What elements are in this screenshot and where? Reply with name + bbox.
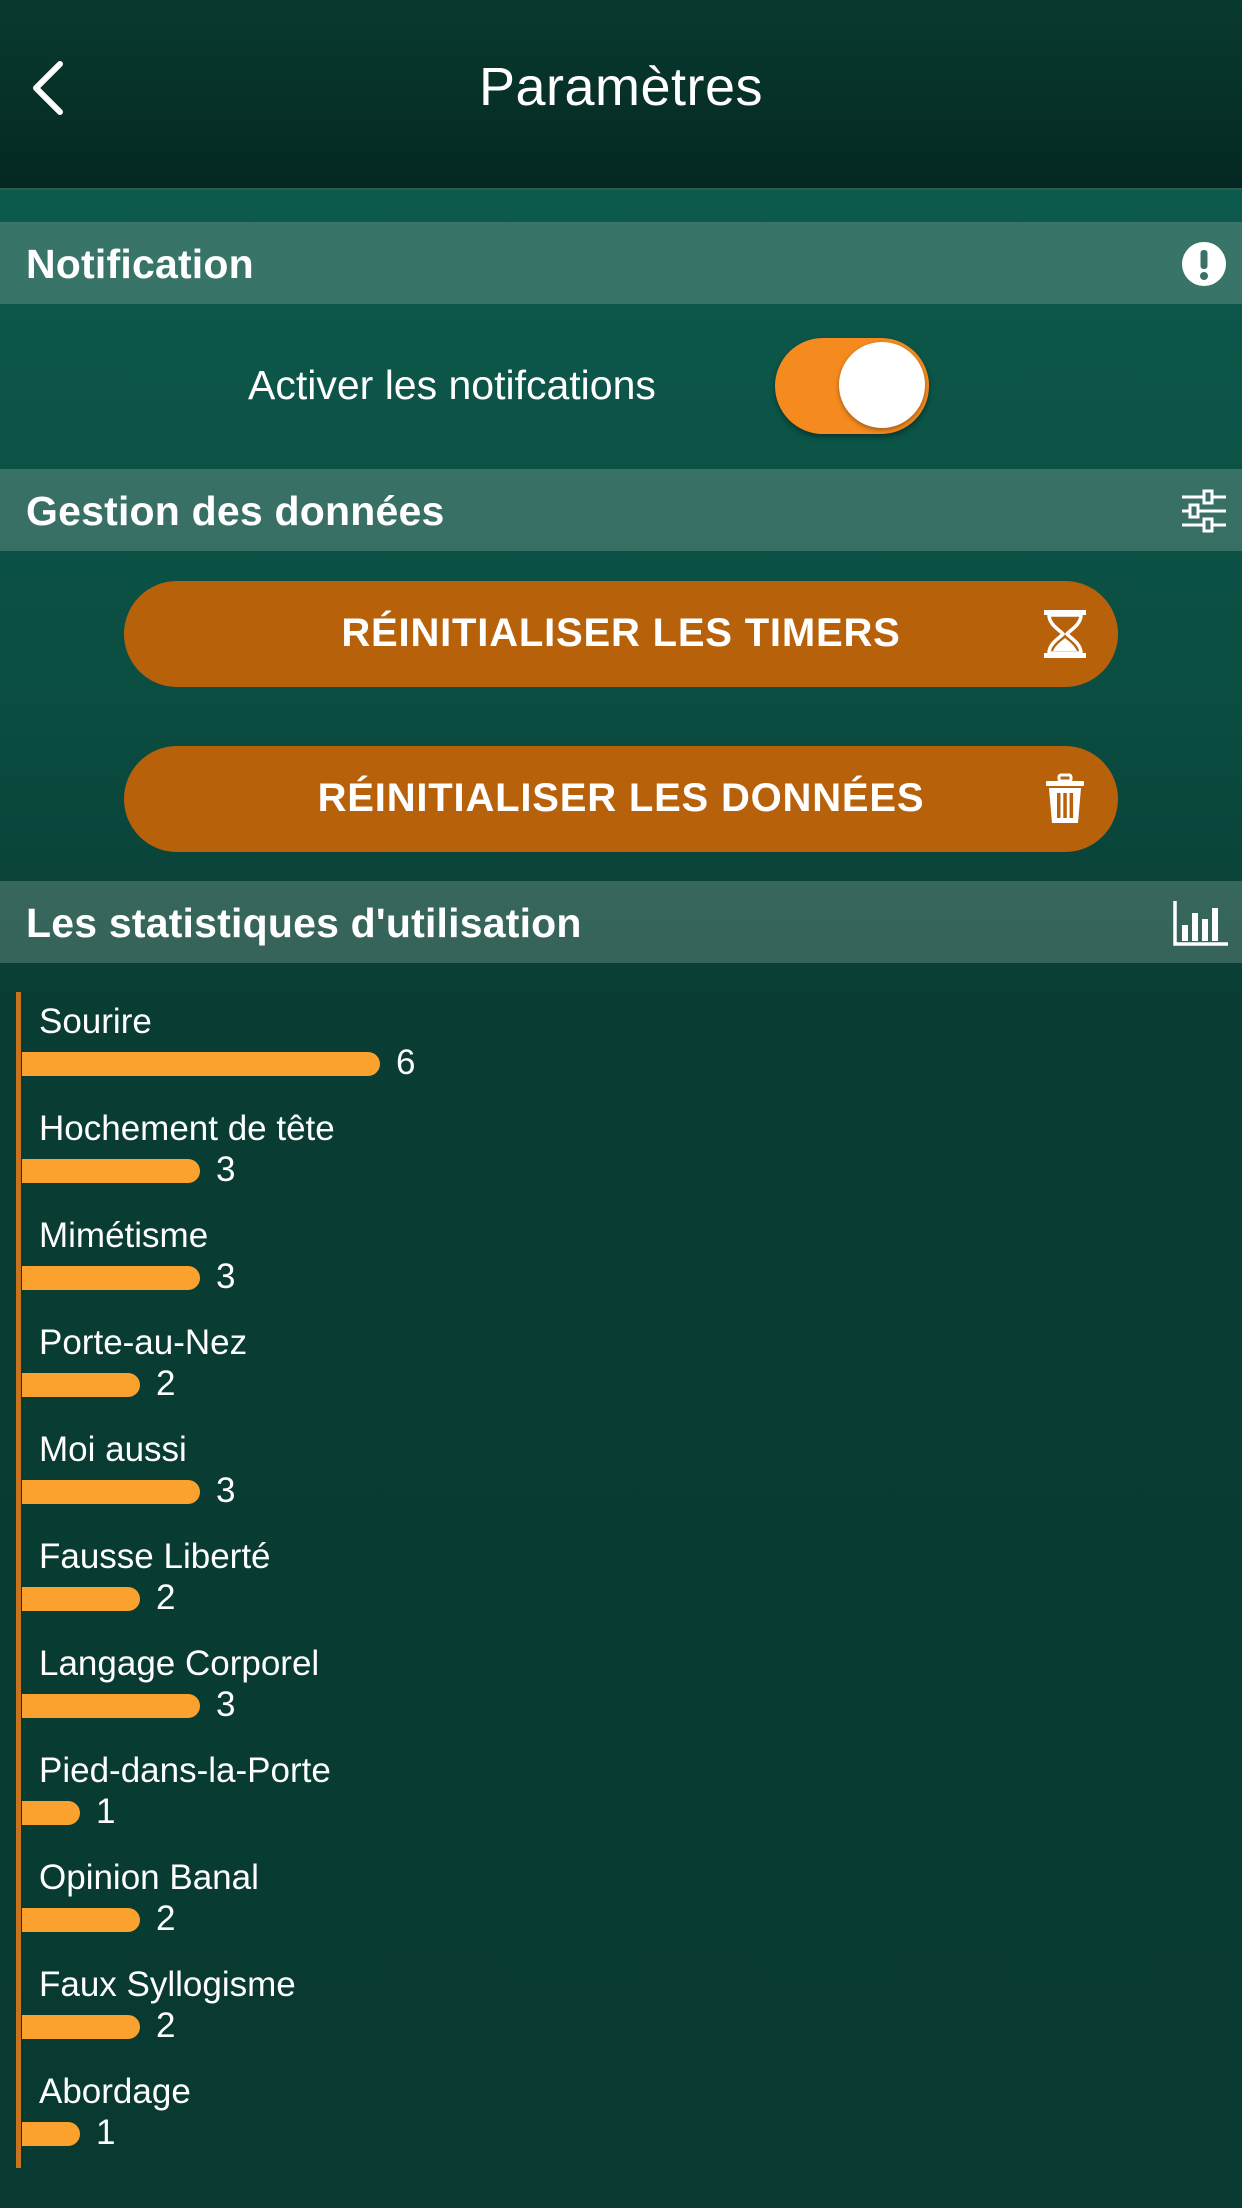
stat-label: Mimétisme [39,1216,209,1255]
stat-value: 1 [96,1792,116,1831]
sliders-icon [1182,489,1226,533]
stats-section-header: Les statistiques d'utilisation [0,881,1242,963]
reset-timers-button[interactable]: RÉINITIALISER LES TIMERS [124,581,1118,687]
stat-label: Faux Syllogisme [39,1965,296,2004]
hourglass-icon [1044,610,1086,658]
reset-data-button[interactable]: RÉINITIALISER LES DONNÉES [124,746,1118,852]
stat-item: Porte-au-Nez 2 [0,1311,600,1418]
stat-bar [22,1266,200,1290]
stat-value: 1 [96,2113,116,2152]
stat-item: Mimétisme 3 [0,1204,600,1311]
stat-item: Opinion Banal 2 [0,1846,600,1953]
stat-bar [22,1052,380,1076]
reset-data-label: RÉINITIALISER LES DONNÉES [317,776,925,820]
stat-label: Langage Corporel [39,1644,320,1683]
stat-bar [22,1694,200,1718]
reset-timers-label: RÉINITIALISER LES TIMERS [341,611,901,655]
nav-bar: Paramètres [0,0,1242,190]
stat-label: Pied-dans-la-Porte [39,1751,331,1790]
stat-item: Abordage 1 [0,2060,600,2167]
stat-value: 2 [156,1578,176,1617]
trash-icon [1046,773,1084,823]
stat-item: Moi aussi 3 [0,1418,600,1525]
stat-label: Opinion Banal [39,1858,259,1897]
stat-item: Faux Syllogisme 2 [0,1953,600,2060]
stat-bar [22,1373,140,1397]
stat-label: Moi aussi [39,1430,187,1469]
stat-label: Fausse Liberté [39,1537,271,1576]
stat-label: Sourire [39,1002,152,1041]
stat-item: Hochement de tête 3 [0,1097,600,1204]
stat-bar [22,1908,140,1932]
notification-section-header: Notification [0,222,1242,304]
stat-value: 2 [156,1364,176,1403]
section-title-data-management: Gestion des données [26,488,445,534]
stat-bar [22,1480,200,1504]
toggle-knob [839,342,925,428]
page-title: Paramètres [478,57,764,117]
usage-stats-chart: Sourire 6 Hochement de tête 3 Mimétisme 3 Port… [0,990,1242,2170]
section-title-stats: Les statistiques d'utilisation [26,900,582,946]
stat-value: 3 [216,1257,236,1296]
stat-bar [22,2122,80,2146]
section-title-notification: Notification [26,241,254,287]
stat-item: Fausse Liberté 2 [0,1525,600,1632]
exclamation-circle-icon [1182,242,1226,286]
stat-label: Hochement de tête [39,1109,335,1148]
bar-chart-icon [1173,901,1228,946]
stat-value: 2 [156,1899,176,1938]
stat-label: Abordage [39,2072,191,2111]
notification-toggle-label: Activer les notifcations [248,362,656,408]
stat-bar [22,1801,80,1825]
stat-item: Langage Corporel 3 [0,1632,600,1739]
stat-bar [22,2015,140,2039]
stat-value: 6 [396,1043,416,1082]
stat-bar [22,1159,200,1183]
stat-value: 3 [216,1685,236,1724]
stat-item: Sourire 6 [0,990,600,1097]
stat-value: 2 [156,2006,176,2045]
stat-label: Porte-au-Nez [39,1323,248,1362]
notification-toggle[interactable] [775,338,929,434]
stat-value: 3 [216,1150,236,1189]
stat-item: Pied-dans-la-Porte 1 [0,1739,600,1846]
stat-bar [22,1587,140,1611]
stat-value: 3 [216,1471,236,1510]
data-management-section-header: Gestion des données [0,469,1242,551]
